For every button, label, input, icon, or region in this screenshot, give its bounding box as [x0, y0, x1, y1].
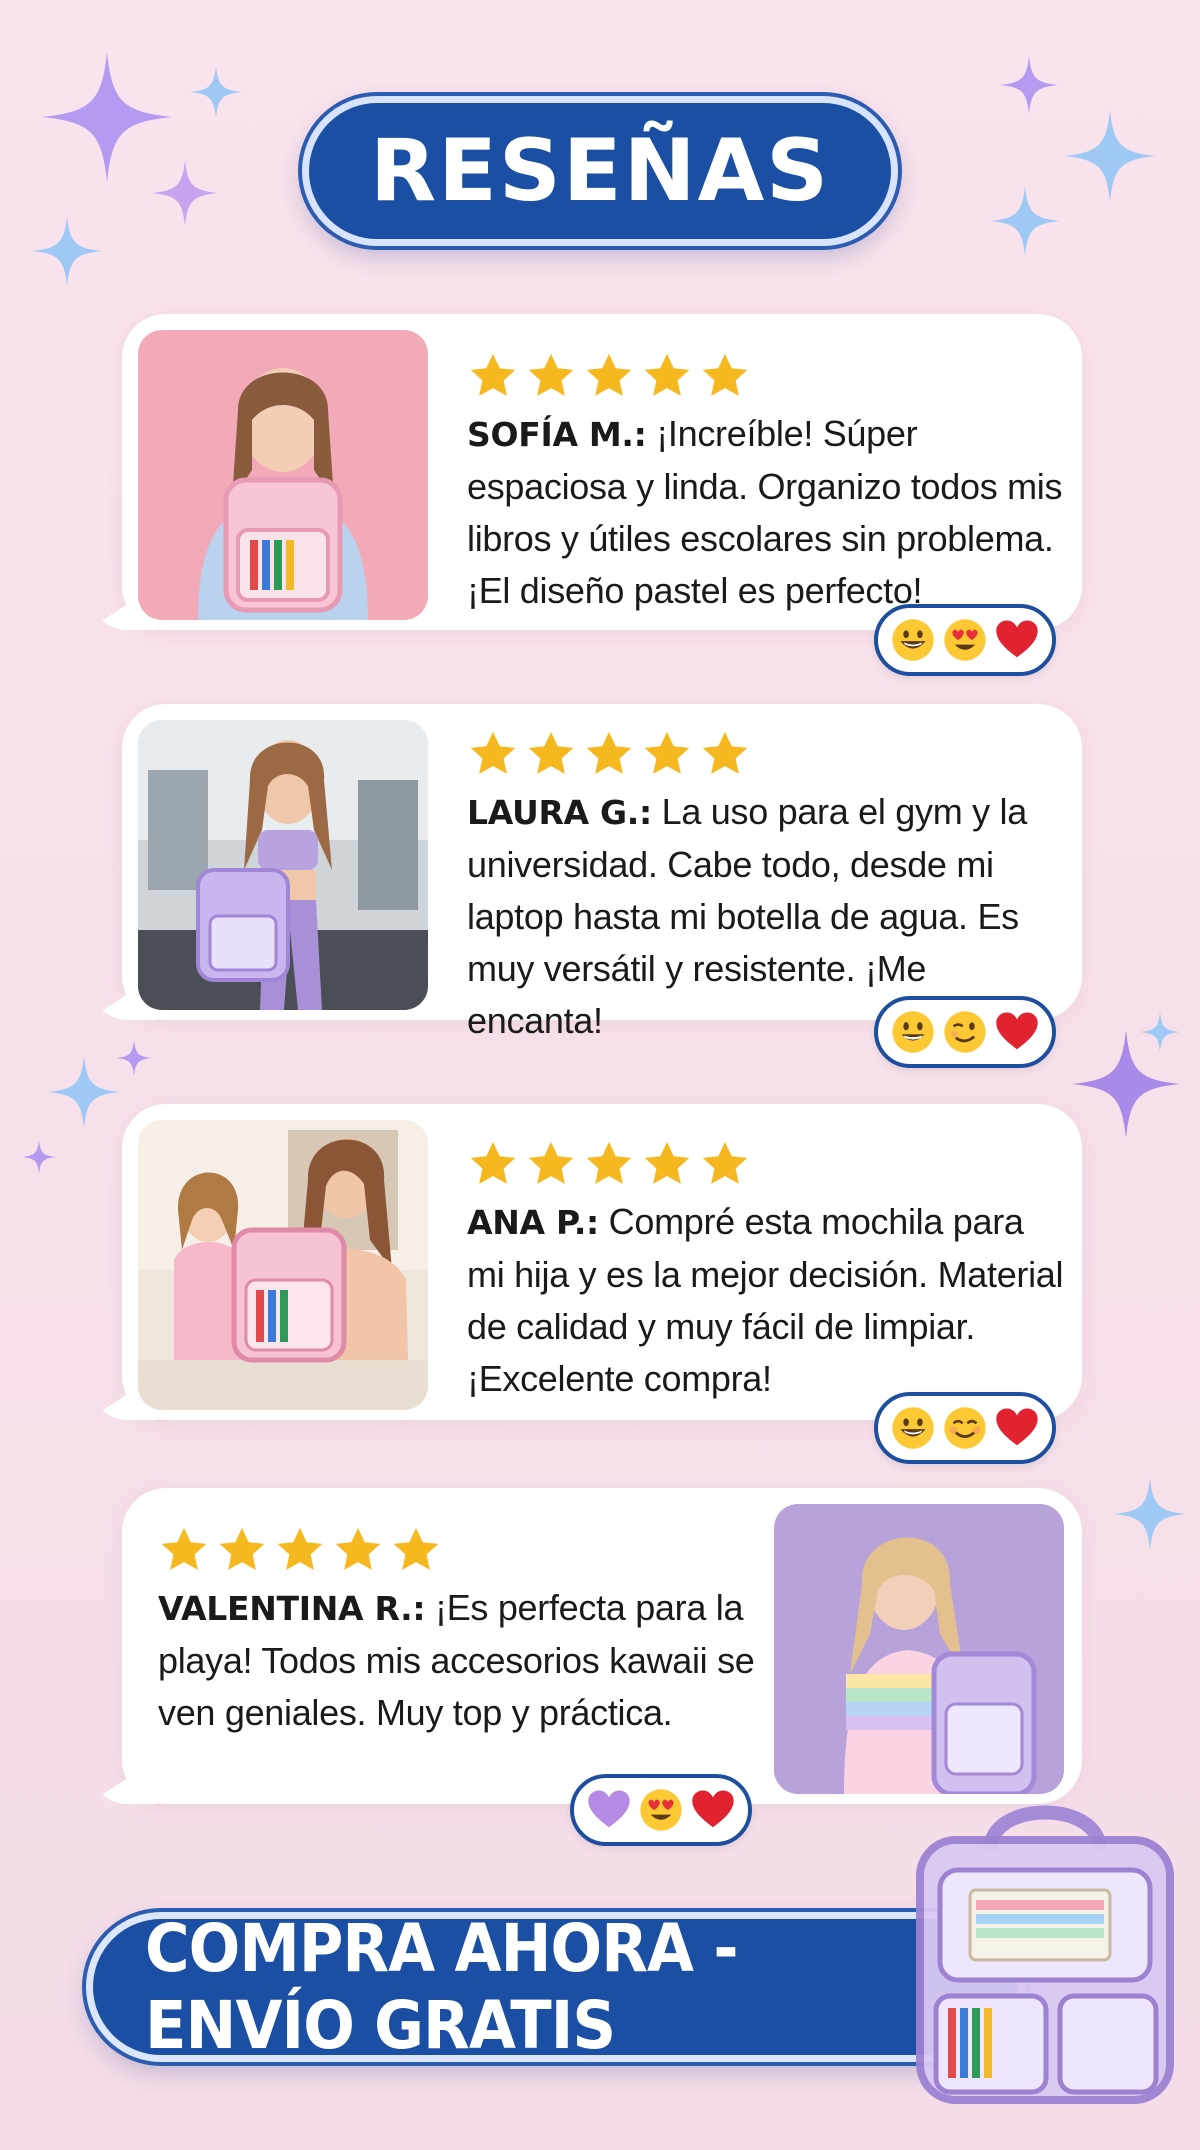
smiling-face-icon — [890, 1009, 936, 1055]
sparkle-blue-icon — [48, 1056, 120, 1128]
sparkle-blue-icon — [1064, 110, 1156, 202]
star-icon — [216, 1524, 268, 1576]
reaction-badge — [874, 996, 1056, 1068]
sparkle-blue-icon — [990, 186, 1060, 256]
page-title-banner: RESEÑAS — [302, 96, 898, 246]
grinning-face-icon — [890, 617, 936, 663]
star-icon — [390, 1524, 442, 1576]
red-heart-icon — [690, 1787, 736, 1833]
star-icon — [467, 1138, 519, 1190]
sparkle-purple-icon — [116, 1040, 152, 1076]
buy-now-button[interactable]: COMPRA AHORA - ENVÍO GRATIS — [86, 1910, 1026, 2064]
sparkle-purple-icon — [152, 160, 218, 226]
star-icon — [467, 350, 519, 402]
review-card: LAURA G.: La uso para el gym y la univer… — [122, 704, 1082, 1041]
sparkle-purple-icon — [22, 1140, 56, 1174]
star-rating — [158, 1524, 442, 1576]
reviewer-name: ANA P.: — [467, 1203, 599, 1242]
star-icon — [274, 1524, 326, 1576]
star-icon — [332, 1524, 384, 1576]
reaction-badge — [570, 1774, 752, 1846]
review-card: SOFÍA M.: ¡Increíble! Súper espaciosa y … — [122, 314, 1082, 630]
reviewer-name: SOFÍA M.: — [467, 415, 647, 454]
winking-face-icon — [942, 1009, 988, 1055]
red-heart-icon — [994, 1009, 1040, 1055]
backpack-product-image — [900, 1790, 1190, 2120]
star-icon — [699, 728, 751, 780]
page-title: RESEÑAS — [369, 121, 831, 221]
star-icon — [583, 1138, 635, 1190]
star-icon — [641, 1138, 693, 1190]
review-photo — [774, 1504, 1064, 1794]
red-heart-icon — [994, 617, 1040, 663]
star-icon — [641, 350, 693, 402]
star-icon — [699, 1138, 751, 1190]
star-icon — [699, 350, 751, 402]
review-card: VALENTINA R.: ¡Es perfecta para la playa… — [122, 1488, 1082, 1804]
red-heart-icon — [994, 1405, 1040, 1451]
sparkle-blue-icon — [1140, 1012, 1180, 1052]
sparkle-blue-icon — [32, 216, 102, 286]
reaction-badge — [874, 1392, 1056, 1464]
review-photo — [138, 720, 428, 1010]
heart-eyes-face-icon — [942, 617, 988, 663]
star-rating — [467, 728, 751, 780]
purple-heart-icon — [586, 1787, 632, 1833]
reaction-badge — [874, 604, 1056, 676]
sparkle-purple-icon — [1000, 56, 1058, 114]
star-icon — [525, 728, 577, 780]
review-photo — [138, 330, 428, 620]
review-photo — [138, 1120, 428, 1410]
star-rating — [467, 350, 751, 402]
star-rating — [467, 1138, 751, 1190]
blushing-face-icon — [942, 1405, 988, 1451]
star-icon — [583, 350, 635, 402]
star-icon — [583, 728, 635, 780]
review-card: ANA P.: Compré esta mochila para mi hija… — [122, 1104, 1082, 1420]
reviewer-name: LAURA G.: — [467, 793, 652, 832]
star-icon — [158, 1524, 210, 1576]
sparkle-blue-icon — [190, 66, 242, 118]
star-icon — [467, 728, 519, 780]
heart-eyes-face-icon — [638, 1787, 684, 1833]
star-icon — [641, 728, 693, 780]
star-icon — [525, 1138, 577, 1190]
reviewer-name: VALENTINA R.: — [158, 1589, 426, 1628]
star-icon — [525, 350, 577, 402]
sparkle-blue-icon — [1114, 1478, 1186, 1550]
grinning-face-icon — [890, 1405, 936, 1451]
buy-now-label: COMPRA AHORA - ENVÍO GRATIS — [145, 1910, 739, 2064]
